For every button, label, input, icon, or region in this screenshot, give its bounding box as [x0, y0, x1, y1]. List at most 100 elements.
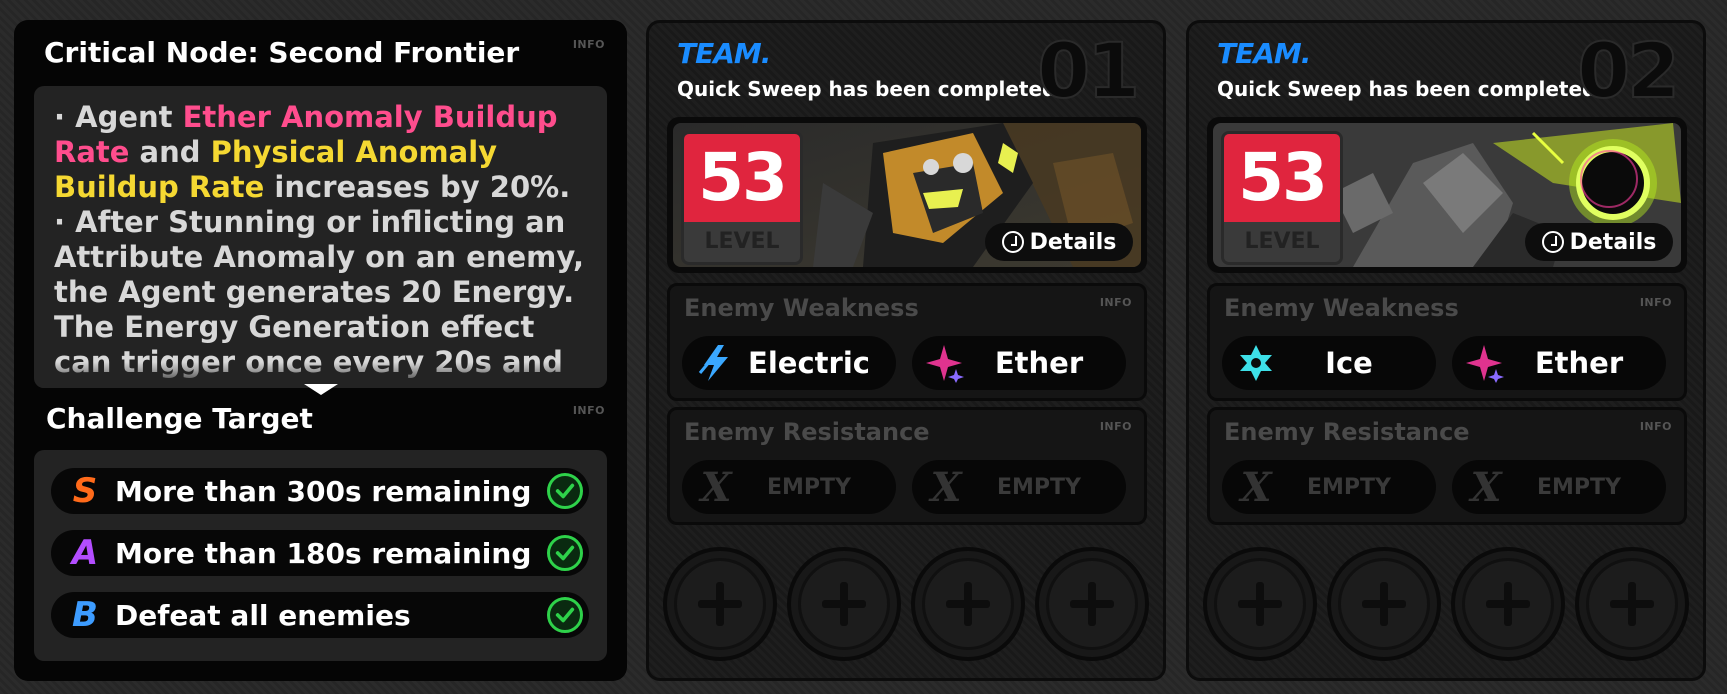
- enemy-resistance-section: Enemy Resistance INFO X EMPTY X EMPTY: [1207, 407, 1687, 525]
- challenge-title: Critical Node: Second Frontier: [44, 36, 520, 69]
- level-number: 53: [684, 134, 800, 222]
- team-panel-01: TEAM. Quick Sweep has been completed 01: [646, 20, 1166, 681]
- resistance-name: EMPTY: [997, 474, 1081, 500]
- weakness-name: Ether: [994, 346, 1084, 380]
- weakness-pill[interactable]: Ether: [1452, 336, 1666, 390]
- ether-icon: [1466, 343, 1506, 383]
- plus-icon: [698, 582, 742, 626]
- plus-icon: [1070, 582, 1114, 626]
- description-text-run: increases by 20%.: [264, 170, 571, 204]
- description-text: · Agent Ether Anomaly Buildup Rate and P…: [54, 100, 587, 380]
- x-icon: X: [1240, 463, 1272, 511]
- challenge-description[interactable]: · Agent Ether Anomaly Buildup Rate and P…: [34, 86, 607, 388]
- info-button[interactable]: INFO: [573, 404, 605, 417]
- target-text: Defeat all enemies: [115, 598, 411, 632]
- check-icon: [547, 597, 583, 633]
- enemy-banner: 53 LEVEL Details: [1207, 117, 1687, 273]
- info-button[interactable]: INFO: [573, 38, 605, 51]
- description-text-run: Agent: [75, 100, 183, 134]
- target-row: B Defeat all enemies: [51, 592, 589, 638]
- enemy-weakness-section: Enemy Weakness INFO Electric Ether: [667, 283, 1147, 401]
- challenge-target-title: Challenge Target: [46, 402, 313, 435]
- weakness-name: Ice: [1325, 346, 1373, 380]
- weakness-title: Enemy Weakness: [684, 294, 919, 322]
- target-row: A More than 180s remaining: [51, 530, 589, 576]
- ice-icon: [1236, 343, 1276, 383]
- plus-icon: [822, 582, 866, 626]
- bullet: ·: [54, 205, 76, 239]
- plus-icon: [1610, 582, 1654, 626]
- agent-slot[interactable]: [1203, 547, 1317, 661]
- x-icon: X: [1470, 463, 1502, 511]
- weakness-title: Enemy Weakness: [1224, 294, 1459, 322]
- team-number: 02: [1576, 26, 1681, 115]
- check-icon: [547, 473, 583, 509]
- team-number: 01: [1036, 26, 1141, 115]
- grade-b-icon: B: [72, 595, 98, 635]
- details-label: Details: [1569, 229, 1657, 255]
- level-number: 53: [1224, 134, 1340, 222]
- resistance-pill: X EMPTY: [682, 460, 896, 514]
- weakness-pill[interactable]: Ether: [912, 336, 1126, 390]
- weakness-name: Ether: [1534, 346, 1624, 380]
- resistance-pill: X EMPTY: [1452, 460, 1666, 514]
- description-text-run: After Stunning or inflicting an Attribut…: [54, 205, 585, 379]
- level-badge: 53 LEVEL: [681, 131, 803, 265]
- enemy-weakness-section: Enemy Weakness INFO Ice Ether: [1207, 283, 1687, 401]
- clock-icon: [1541, 231, 1564, 253]
- enemy-resistance-section: Enemy Resistance INFO X EMPTY X EMPTY: [667, 407, 1147, 525]
- target-text: More than 180s remaining: [115, 536, 532, 570]
- electric-icon: [696, 343, 736, 383]
- plus-icon: [1486, 582, 1530, 626]
- scroll-down-icon[interactable]: [304, 384, 338, 395]
- x-icon: X: [930, 463, 962, 511]
- resistance-name: EMPTY: [767, 474, 851, 500]
- level-label: LEVEL: [684, 222, 800, 262]
- agent-slot[interactable]: [787, 547, 901, 661]
- grade-a-icon: A: [71, 533, 99, 573]
- info-button[interactable]: INFO: [1640, 420, 1672, 433]
- grade-s-icon: S: [72, 471, 98, 511]
- weakness-pill[interactable]: Ice: [1222, 336, 1436, 390]
- target-text: More than 300s remaining: [115, 474, 532, 508]
- agent-slot[interactable]: [1575, 547, 1689, 661]
- team-status: Quick Sweep has been completed: [1217, 77, 1597, 101]
- x-icon: X: [700, 463, 732, 511]
- description-text-run: and: [129, 135, 211, 169]
- description-paragraph: · Agent Ether Anomaly Buildup Rate and P…: [54, 100, 587, 205]
- agent-slot[interactable]: [911, 547, 1025, 661]
- plus-icon: [1362, 582, 1406, 626]
- resistance-pill: X EMPTY: [912, 460, 1126, 514]
- challenge-target-list: S More than 300s remaining A More than 1…: [34, 450, 607, 661]
- resistance-name: EMPTY: [1537, 474, 1621, 500]
- enemy-banner: 53 LEVEL Details: [667, 117, 1147, 273]
- info-button[interactable]: INFO: [1100, 296, 1132, 309]
- ether-icon: [926, 343, 966, 383]
- target-row: S More than 300s remaining: [51, 468, 589, 514]
- check-icon: [547, 535, 583, 571]
- resistance-pill: X EMPTY: [1222, 460, 1436, 514]
- info-button[interactable]: INFO: [1640, 296, 1672, 309]
- clock-icon: [1001, 231, 1024, 253]
- team-label: TEAM.: [677, 37, 771, 70]
- challenge-panel: Critical Node: Second Frontier INFO · Ag…: [14, 20, 627, 681]
- team-status: Quick Sweep has been completed: [677, 77, 1057, 101]
- resistance-name: EMPTY: [1307, 474, 1391, 500]
- details-button[interactable]: Details: [985, 223, 1133, 261]
- agent-slot[interactable]: [663, 547, 777, 661]
- info-button[interactable]: INFO: [1100, 420, 1132, 433]
- team-panel-02: TEAM. Quick Sweep has been completed 02 …: [1186, 20, 1706, 681]
- details-button[interactable]: Details: [1525, 223, 1673, 261]
- weakness-name: Electric: [748, 346, 870, 380]
- agent-slot[interactable]: [1035, 547, 1149, 661]
- details-label: Details: [1029, 229, 1117, 255]
- resistance-title: Enemy Resistance: [1224, 418, 1470, 446]
- level-badge: 53 LEVEL: [1221, 131, 1343, 265]
- plus-icon: [1238, 582, 1282, 626]
- weakness-pill[interactable]: Electric: [682, 336, 896, 390]
- plus-icon: [946, 582, 990, 626]
- agent-slot[interactable]: [1327, 547, 1441, 661]
- agent-slot[interactable]: [1451, 547, 1565, 661]
- resistance-title: Enemy Resistance: [684, 418, 930, 446]
- level-label: LEVEL: [1224, 222, 1340, 262]
